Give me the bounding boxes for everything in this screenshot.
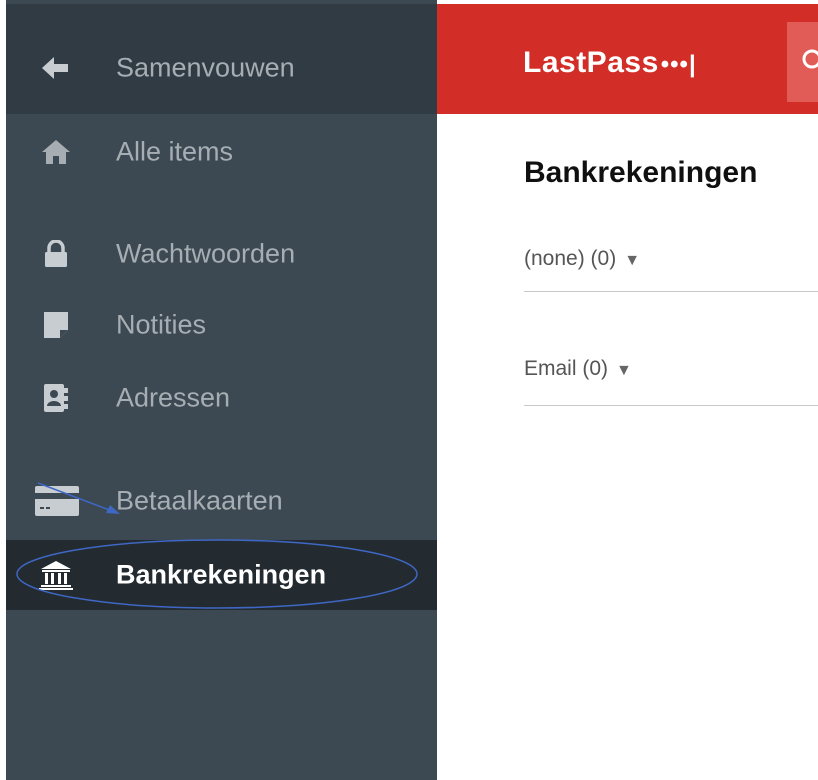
sidebar: Samenvouwen Alle items Wachtwoorden Noti… (6, 0, 437, 780)
group-header-none[interactable]: (none) (0) ▼ (524, 247, 818, 292)
sidebar-item-payment-cards[interactable]: Betaalkaarten (6, 473, 437, 529)
collapse-label: Samenvouwen (116, 52, 295, 83)
sidebar-item-label: Adressen (116, 382, 231, 413)
collapse-item[interactable]: Samenvouwen (6, 40, 437, 96)
sidebar-item-passwords[interactable]: Wachtwoorden (6, 226, 437, 282)
address-book-icon (36, 380, 76, 416)
chevron-down-icon: ▼ (624, 252, 641, 269)
lastpass-vault-window: Samenvouwen Alle items Wachtwoorden Noti… (0, 0, 818, 780)
search-icon (802, 49, 818, 69)
logo-dots: •••| (660, 51, 697, 78)
logo-text: LastPass (523, 46, 659, 79)
sidebar-item-label: Betaalkaarten (116, 485, 283, 516)
credit-card-icon (32, 483, 82, 519)
top-bar: LastPass•••| (437, 4, 818, 114)
sidebar-item-all-items[interactable]: Alle items (6, 124, 437, 180)
group-label: (none) (0) (524, 247, 617, 270)
lastpass-logo: LastPass•••| (523, 46, 697, 80)
note-icon (36, 307, 76, 343)
collapse-sidebar-button[interactable]: Samenvouwen (6, 4, 437, 114)
search-input[interactable] (787, 22, 818, 102)
home-icon (36, 134, 76, 170)
arrow-left-icon (36, 50, 76, 86)
sidebar-item-label: Wachtwoorden (116, 238, 296, 269)
group-label: Email (0) (524, 357, 609, 380)
sidebar-item-bank-accounts[interactable]: Bankrekeningen (6, 540, 437, 610)
sidebar-item-label: Notities (116, 309, 207, 340)
chevron-down-icon: ▼ (616, 362, 632, 379)
bank-icon (36, 557, 76, 593)
sidebar-item-addresses[interactable]: Adressen (6, 370, 437, 426)
sidebar-item-label: Bankrekeningen (116, 559, 327, 590)
sidebar-item-notes[interactable]: Notities (6, 297, 437, 353)
page-title: Bankrekeningen (524, 156, 758, 189)
group-header-email[interactable]: Email (0) ▼ (524, 357, 818, 406)
lock-icon (36, 236, 76, 272)
sidebar-item-label: Alle items (116, 136, 234, 167)
